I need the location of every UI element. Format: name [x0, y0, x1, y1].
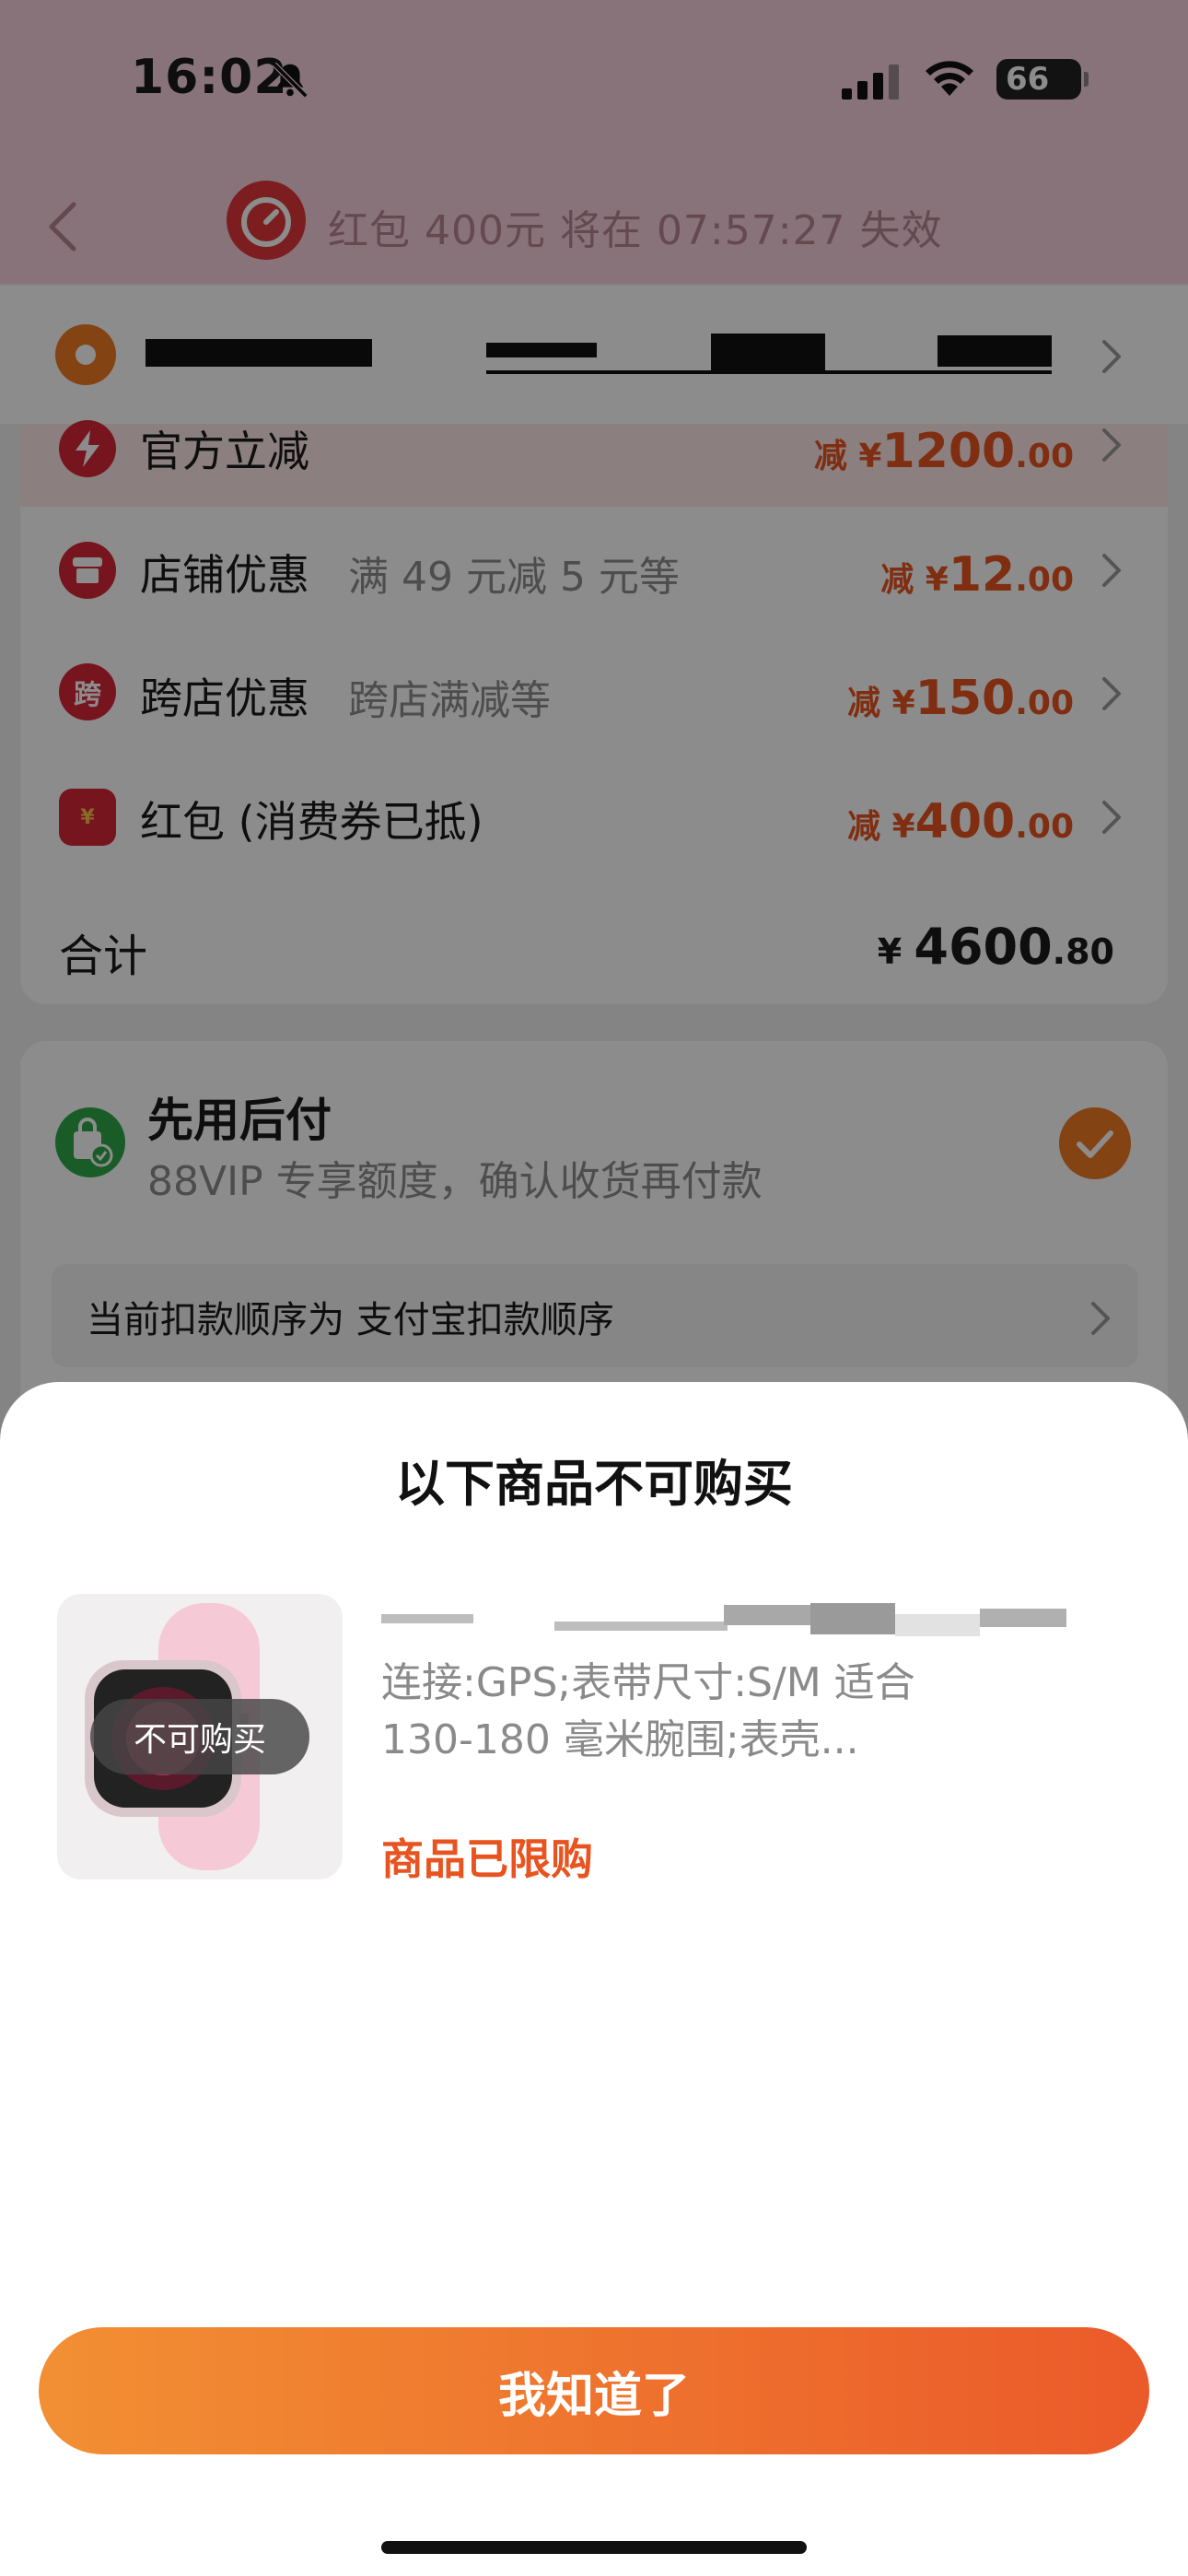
redacted-product-name: [980, 1609, 1066, 1627]
purchase-limit-text: 商品已限购: [381, 1834, 593, 1884]
redacted-product-name: [810, 1603, 895, 1634]
sheet-title: 以下商品不可购买: [395, 1455, 793, 1513]
product-spec-line: 130-180 毫米腕围;表壳...: [381, 1716, 859, 1763]
redacted-product-name: [381, 1614, 473, 1623]
redacted-product-name: [554, 1622, 728, 1631]
unavailable-badge: 不可购买: [90, 1699, 309, 1774]
product-spec-line: 连接:GPS;表带尺寸:S/M 适合: [381, 1659, 915, 1706]
redacted-product-name: [895, 1614, 980, 1636]
home-indicator[interactable]: [381, 2541, 807, 2554]
product-spec: 连接:GPS;表带尺寸:S/M 适合 130-180 毫米腕围;表壳...: [381, 1655, 1026, 1769]
redacted-product-name: [724, 1605, 810, 1625]
acknowledge-button[interactable]: 我知道了: [39, 2327, 1149, 2454]
